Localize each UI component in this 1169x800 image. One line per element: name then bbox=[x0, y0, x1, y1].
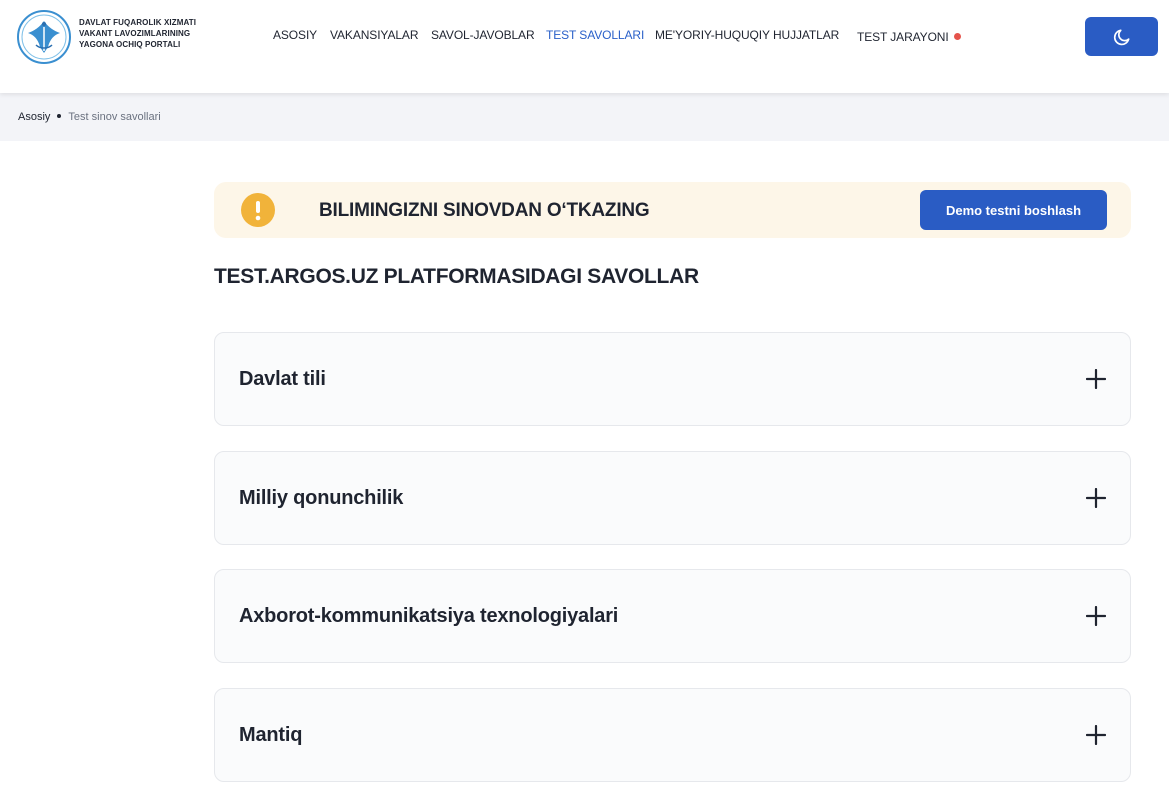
theme-toggle-button[interactable] bbox=[1085, 17, 1158, 56]
accordion-item-milliy-qonunchilik[interactable]: Milliy qonunchilik bbox=[214, 450, 1131, 545]
portal-name-line-3: YAGONA OCHIQ PORTALI bbox=[79, 40, 181, 49]
plus-icon[interactable] bbox=[1086, 724, 1106, 745]
nav-item-meyoriy-huquqiy-hujjatlar[interactable]: ME'YORIY-HUQUQIY HUJJATLAR bbox=[655, 28, 839, 42]
breadcrumb-separator bbox=[57, 114, 62, 118]
site-header: DAVLAT FUQAROLIK XIZMATI VAKANT LAVOZIML… bbox=[0, 0, 1169, 93]
accordion-item-title: Milliy qonunchilik bbox=[239, 486, 404, 509]
start-demo-test-button[interactable]: Demo testni boshlash bbox=[920, 190, 1107, 230]
breadcrumb-bar: Asosiy Test sinov savollari bbox=[0, 93, 1169, 141]
portal-name[interactable]: DAVLAT FUQAROLIK XIZMATI VAKANT LAVOZIML… bbox=[79, 17, 219, 50]
accordion-item-axborot-kommunikatsiya[interactable]: Axborot-kommunikatsiya texnologiyalari bbox=[214, 569, 1131, 663]
breadcrumb: Asosiy Test sinov savollari bbox=[18, 111, 161, 123]
plus-icon[interactable] bbox=[1086, 606, 1106, 626]
breadcrumb-home-link[interactable]: Asosiy bbox=[18, 111, 50, 123]
nav-item-vakansiyalar[interactable]: VAKANSIYALAR bbox=[330, 28, 418, 42]
nav-item-test-jarayoni[interactable]: TEST JARAYONI bbox=[857, 28, 961, 46]
accordion-item-davlat-tili[interactable]: Davlat tili bbox=[214, 332, 1131, 426]
portal-name-line-2: VAKANT LAVOZIMLARINING bbox=[79, 29, 191, 38]
plus-icon[interactable] bbox=[1086, 487, 1106, 508]
questions-accordion: Davlat tili Milliy qonunchilik Axborot-k… bbox=[214, 332, 1131, 800]
accordion-item-title: Mantiq bbox=[239, 723, 303, 746]
nav-item-test-jarayoni-label: TEST JARAYONI bbox=[857, 30, 949, 44]
nav-item-test-savollari[interactable]: TEST SAVOLLARI bbox=[546, 28, 644, 42]
plus-icon[interactable] bbox=[1086, 369, 1106, 389]
banner-heading: BILIMINGIZNI SINOVDAN O‘TKAZING bbox=[319, 200, 650, 221]
breadcrumb-current: Test sinov savollari bbox=[68, 111, 161, 123]
portal-name-line-1: DAVLAT FUQAROLIK XIZMATI bbox=[79, 18, 197, 27]
live-indicator-dot bbox=[953, 33, 961, 40]
exclamation-icon bbox=[241, 193, 275, 227]
accordion-item-title: Davlat tili bbox=[239, 368, 326, 390]
nav-item-asosiy[interactable]: ASOSIY bbox=[273, 28, 317, 42]
moon-icon bbox=[1113, 29, 1129, 45]
test-banner: BILIMINGIZNI SINOVDAN O‘TKAZING Demo tes… bbox=[214, 182, 1131, 238]
emblem-logo-icon[interactable] bbox=[16, 9, 72, 65]
accordion-item-mantiq[interactable]: Mantiq bbox=[214, 687, 1131, 782]
accordion-item-title: Axborot-kommunikatsiya texnologiyalari bbox=[239, 605, 619, 627]
nav-item-savol-javoblar[interactable]: SAVOL-JAVOBLAR bbox=[431, 28, 535, 42]
section-title: TEST.ARGOS.UZ PLATFORMASIDAGI SAVOLLAR bbox=[214, 265, 699, 288]
